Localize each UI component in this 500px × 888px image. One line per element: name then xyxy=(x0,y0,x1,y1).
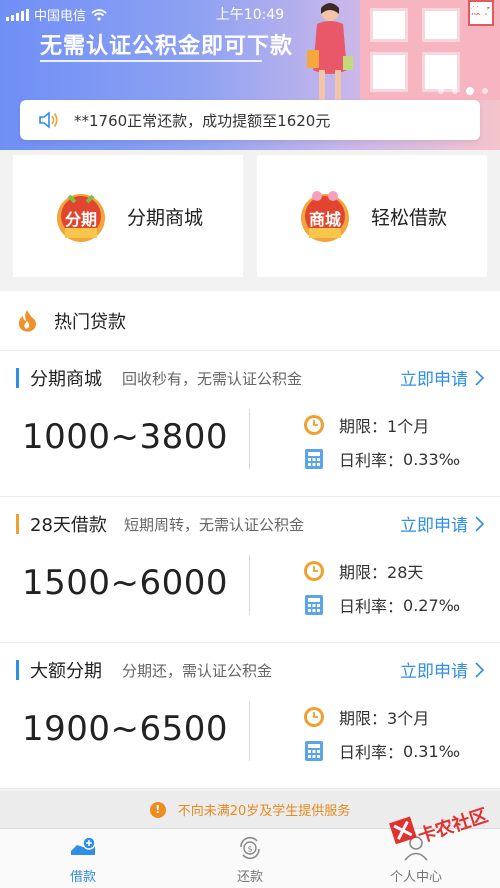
apply-button[interactable]: 立即申请 xyxy=(400,511,484,536)
loan-name: 28天借款 xyxy=(30,515,107,536)
loan-desc: 回收秒有，无需认证公积金 xyxy=(122,370,303,388)
apply-button[interactable]: 立即申请 xyxy=(400,657,484,682)
watermark-logo: 卡农社区 xyxy=(384,800,494,850)
calculator-icon xyxy=(305,449,323,469)
clock-icon xyxy=(304,415,324,435)
svg-text:$: $ xyxy=(247,845,252,854)
loan-item[interactable]: 28天借款 短期周转，无需认证公积金 立即申请 1500~6000 期限： 28天… xyxy=(0,497,500,643)
divider xyxy=(249,409,250,469)
calculator-icon xyxy=(305,595,323,615)
divider xyxy=(249,555,250,615)
loan-term-row: 期限： 3个月 xyxy=(303,705,429,729)
loan-accent-bar xyxy=(16,660,19,680)
battery-icon xyxy=(470,5,492,16)
quick-link-easy-loan[interactable]: 商城 轻松借款 xyxy=(257,155,487,277)
loan-amount-range: 1900~6500 xyxy=(22,709,229,749)
loan-rate-row: 日利率： 0.33‰ xyxy=(303,447,460,471)
loan-term: 28天 xyxy=(387,563,424,582)
loan-term: 1个月 xyxy=(387,417,430,436)
tab-label: 还款 xyxy=(236,870,263,885)
loan-item[interactable]: 大额分期 分期还，需认证公积金 立即申请 1900~6500 期限： 3个月 日利… xyxy=(0,643,500,789)
mall-badge-text: 商城 xyxy=(308,210,341,229)
status-bar: 中国电信 上午10:49 xyxy=(0,0,500,26)
speaker-icon xyxy=(39,111,58,129)
loan-item[interactable]: 分期商城 回收秒有，无需认证公积金 立即申请 1000~3800 期限： 1个月 … xyxy=(0,351,500,497)
tab-repay[interactable]: $ 还款 xyxy=(200,833,300,887)
loan-name: 分期商城 xyxy=(30,369,102,390)
pagination-dot-active[interactable] xyxy=(466,87,474,95)
loan-rate: 0.31‰ xyxy=(403,741,461,761)
chevron-right-icon xyxy=(475,369,484,386)
loan-icon xyxy=(71,836,96,855)
banner-title: 无需认证公积金即可下款 xyxy=(40,34,294,59)
pagination-dot[interactable] xyxy=(438,88,444,94)
mall-badge-icon: 商城 xyxy=(295,186,355,246)
divider xyxy=(249,701,250,761)
calculator-icon xyxy=(305,741,323,761)
chevron-right-icon xyxy=(475,661,484,678)
installment-badge-text: 分期 xyxy=(64,210,97,229)
quick-link-label: 分期商城 xyxy=(127,206,204,229)
hot-loans-header: 热门贷款 xyxy=(0,291,500,351)
clock-icon xyxy=(304,707,324,727)
loan-accent-bar xyxy=(16,368,19,388)
banner-underline xyxy=(40,60,262,62)
pagination-dot[interactable] xyxy=(482,88,488,94)
tab-label: 借款 xyxy=(69,870,96,885)
loan-term-row: 期限： 1个月 xyxy=(303,413,429,437)
loan-term-row: 期限： 28天 xyxy=(303,559,423,583)
tab-label: 个人中心 xyxy=(389,870,442,885)
pagination-dot[interactable] xyxy=(452,88,458,94)
notice-text: **1760正常还款，成功提额至1620元 xyxy=(74,111,331,130)
loan-desc: 分期还，需认证公积金 xyxy=(122,662,273,680)
loan-rate: 0.33‰ xyxy=(403,449,461,469)
loan-rate-row: 日利率： 0.27‰ xyxy=(303,593,460,617)
clock-icon xyxy=(304,561,324,581)
tab-loan[interactable]: 借款 xyxy=(33,833,133,887)
section-title: 热门贷款 xyxy=(54,311,126,333)
loan-term: 3个月 xyxy=(387,709,430,728)
banner-pagination[interactable] xyxy=(438,87,488,95)
loan-name: 大额分期 xyxy=(30,661,102,682)
installment-badge-icon: 分期 xyxy=(51,186,111,246)
chevron-right-icon xyxy=(475,515,484,532)
repay-icon: $ xyxy=(240,836,260,860)
age-restriction-text: 不向未满20岁及学生提供服务 xyxy=(177,804,351,819)
fire-icon xyxy=(18,309,36,332)
notice-bar[interactable]: **1760正常还款，成功提额至1620元 xyxy=(20,100,480,140)
loan-rate-row: 日利率： 0.31‰ xyxy=(303,739,460,763)
status-time: 上午10:49 xyxy=(215,7,285,23)
loan-accent-bar xyxy=(16,514,19,534)
loan-amount-range: 1000~3800 xyxy=(22,417,229,457)
warning-icon: ! xyxy=(149,801,166,818)
loan-desc: 短期周转，无需认证公积金 xyxy=(124,516,305,534)
quick-link-label: 轻松借款 xyxy=(371,206,448,229)
loan-rate: 0.27‰ xyxy=(403,595,461,615)
watermark-text: 卡农社区 xyxy=(415,804,490,847)
apply-button[interactable]: 立即申请 xyxy=(400,365,484,390)
quick-link-installment-mall[interactable]: 分期 分期商城 xyxy=(13,155,243,277)
loan-amount-range: 1500~6000 xyxy=(22,563,229,603)
